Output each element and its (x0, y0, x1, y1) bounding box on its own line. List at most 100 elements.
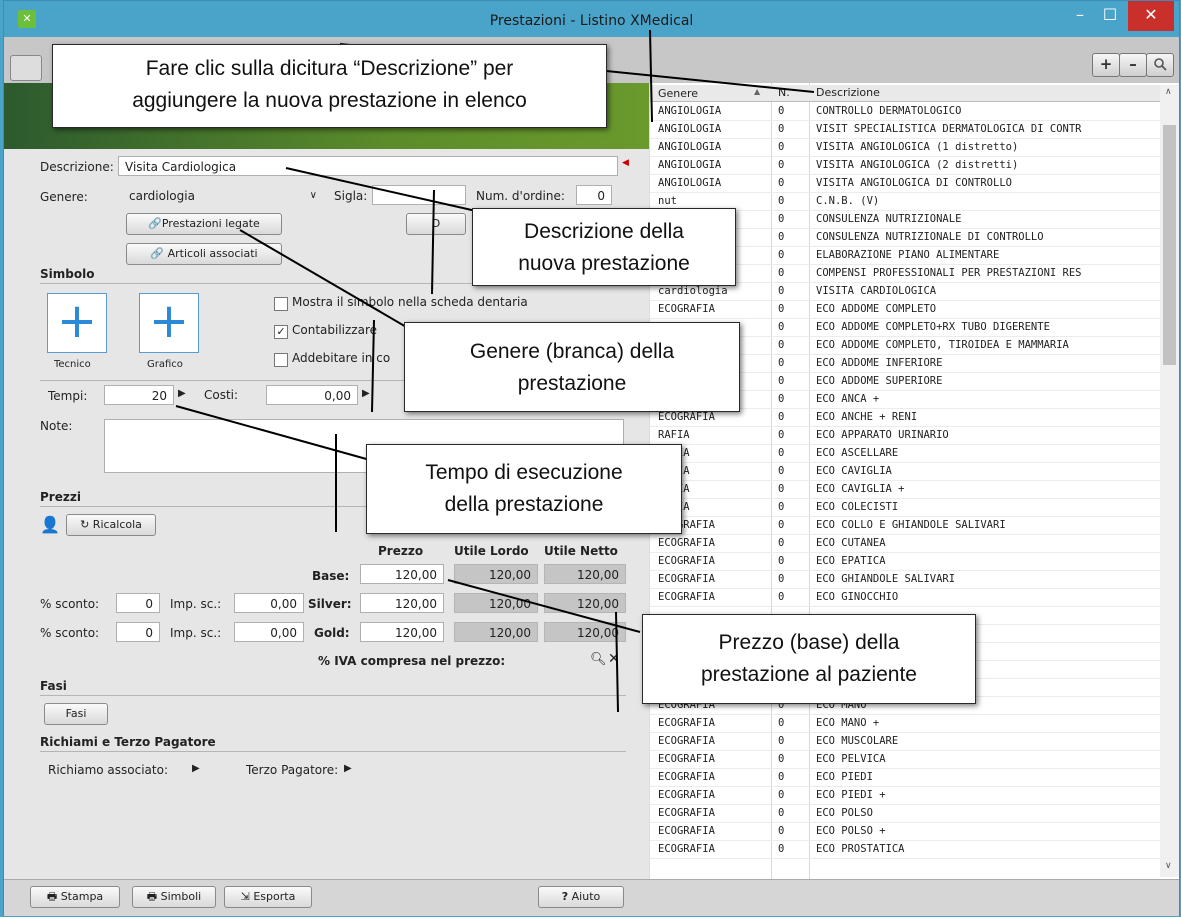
row-n: 0 (778, 213, 785, 225)
list-scrollbar[interactable]: ∧ ∨ (1160, 85, 1179, 877)
tecnico-plus-button[interactable]: + (47, 293, 107, 353)
addebitare-checkbox[interactable] (274, 353, 288, 367)
sigla-input[interactable] (372, 185, 466, 205)
scroll-down-icon[interactable]: ∨ (1165, 861, 1172, 871)
genere-select[interactable]: cardiologia ∨ (122, 185, 322, 205)
clear-iva-icon[interactable]: ✕ (608, 651, 620, 667)
gold-prezzo-input[interactable]: 120,00 (360, 622, 444, 642)
tempi-arrow-icon[interactable]: ▶ (178, 388, 186, 399)
list-row[interactable]: ECOGRAFIA 0 ECO MANO + (650, 714, 1160, 733)
row-n: 0 (778, 555, 785, 567)
stampa-button[interactable]: 🖶 Stampa (30, 886, 120, 908)
costi-label: Costi: (204, 388, 239, 402)
row-n: 0 (778, 105, 785, 117)
d-button[interactable]: D (406, 213, 466, 235)
row-n: 0 (778, 717, 785, 729)
remove-button[interactable]: – (1119, 53, 1147, 77)
row-descrizione: VISITA ANGIOLOGICA (1 distretto) (816, 141, 1019, 153)
list-row[interactable]: RAFIA 0 ECO APPARATO URINARIO (650, 426, 1160, 445)
aiuto-button[interactable]: ? Aiuto (538, 886, 624, 908)
first-record-button[interactable] (10, 55, 42, 81)
list-row[interactable]: ECOGRAFIA 0 ECO ADDOME COMPLETO (650, 300, 1160, 319)
articoli-associati-button[interactable]: 🔗 Articoli associati (126, 243, 282, 265)
list-row[interactable]: ECOGRAFIA 0 ECO CUTANEA (650, 534, 1160, 553)
row-descrizione: ECO PIEDI + (816, 789, 886, 801)
list-row[interactable]: RAFIA0ECO ASCELLARE (650, 444, 1160, 463)
silver-utile-lordo: 120,00 (454, 593, 538, 613)
terzo-arrow-icon[interactable]: ▶ (344, 763, 352, 774)
list-row[interactable]: ECOGRAFIA 0 ECO EPATICA (650, 552, 1160, 571)
list-row[interactable]: ECOGRAFIA 0 ECO POLSO (650, 804, 1160, 823)
prezzi-section-title: Prezzi (40, 490, 81, 504)
list-row[interactable]: RAFIA0ECO CAVIGLIA (650, 462, 1160, 481)
list-row[interactable]: ECOGRAFIA 0 ECO PIEDI + (650, 786, 1160, 805)
search-button[interactable] (1146, 53, 1174, 77)
silver-label: Silver: (308, 597, 352, 611)
row-descrizione: ELABORAZIONE PIANO ALIMENTARE (816, 249, 1000, 261)
richiamo-arrow-icon[interactable]: ▶ (192, 763, 200, 774)
mostra-checkbox[interactable] (274, 297, 288, 311)
list-row[interactable]: RAFIA0ECO CAVIGLIA + (650, 480, 1160, 499)
impsc-silver-input[interactable]: 0,00 (234, 593, 304, 613)
row-n: 0 (778, 825, 785, 837)
mostra-label: Mostra il simbolo nella scheda dentaria (292, 295, 528, 309)
grafico-plus-button[interactable]: + (139, 293, 199, 353)
fasi-button[interactable]: Fasi (44, 703, 108, 725)
header-descrizione[interactable]: Descrizione (816, 86, 1162, 99)
row-descrizione: ECO CAVIGLIA + (816, 483, 905, 495)
sconto-silver-input[interactable]: 0 (116, 593, 160, 613)
list-row[interactable]: ANGIOLOGIA 0 VISITA ANGIOLOGICA (1 distret… (650, 138, 1160, 157)
aiuto-label: Aiuto (571, 890, 601, 903)
list-row[interactable]: ANGIOLOGIA 0 CONTROLLO DERMATOLOGICO (650, 102, 1160, 121)
row-n: 0 (778, 537, 785, 549)
minimize-button[interactable]: – (1066, 1, 1094, 31)
list-row[interactable]: ECOGRAFIA 0 ECO COLLO E GHIANDOLE SALIVARI (650, 516, 1160, 535)
list-row[interactable]: RAFIA0ECO COLECISTI (650, 498, 1160, 517)
tempi-input[interactable]: 20 (104, 385, 174, 405)
list-row[interactable]: ECOGRAFIA 0 ECO PROSTATICA (650, 840, 1160, 859)
list-row[interactable]: ECOGRAFIA 0 ECO GHIANDOLE SALIVARI (650, 570, 1160, 589)
maximize-button[interactable]: ☐ (1096, 1, 1124, 31)
esporta-button[interactable]: ⇲ Esporta (224, 886, 312, 908)
sconto-gold-input[interactable]: 0 (116, 622, 160, 642)
list-row[interactable]: ANGIOLOGIA 0 VISIT SPECIALISTICA DERMATOLO… (650, 120, 1160, 139)
row-n: 0 (778, 465, 785, 477)
base-prezzo-input[interactable]: 120,00 (360, 564, 444, 584)
row-descrizione: ECO COLECISTI (816, 501, 899, 513)
add-button[interactable]: + (1092, 53, 1120, 77)
list-row[interactable]: ECOGRAFIA 0 ECO MUSCOLARE (650, 732, 1160, 751)
row-n: 0 (778, 195, 785, 207)
impsc-gold-input[interactable]: 0,00 (234, 622, 304, 642)
callout-text-line: nuova prestazione (518, 252, 690, 275)
list-row[interactable]: ECOGRAFIA 0 ECO GINOCCHIO (650, 588, 1160, 607)
row-genere: ECOGRAFIA (658, 843, 715, 855)
user-icon[interactable]: 👤 (40, 515, 60, 534)
list-row[interactable]: ECOGRAFIA 0 ECO PIEDI (650, 768, 1160, 787)
header-n[interactable]: N. (778, 86, 808, 99)
contabilizzare-checkbox[interactable]: ✓ (274, 325, 288, 339)
list-row[interactable]: ECOGRAFIA 0 ECO PELVICA (650, 750, 1160, 769)
row-descrizione: ECO ADDOME SUPERIORE (816, 375, 943, 387)
col-utile-lordo: Utile Lordo (454, 544, 529, 558)
richiamo-label: Richiamo associato: (48, 763, 168, 777)
costi-arrow-icon[interactable]: ▶ (362, 388, 370, 399)
scroll-thumb[interactable] (1163, 125, 1176, 365)
row-n: 0 (778, 159, 785, 171)
row-genere: ECOGRAFIA (658, 735, 715, 747)
ricalcola-button[interactable]: ↻ Ricalcola (66, 514, 156, 536)
list-row[interactable]: ANGIOLOGIA 0 VISITA ANGIOLOGICA (2 distret… (650, 156, 1160, 175)
numordine-input[interactable]: 0 (576, 185, 612, 205)
list-row[interactable]: ANGIOLOGIA 0 VISITA ANGIOLOGICA DI CONTROL… (650, 174, 1160, 193)
row-genere: ECOGRAFIA (658, 591, 715, 603)
simboli-button[interactable]: 🖶 Simboli (132, 886, 216, 908)
descrizione-input[interactable]: Visita Cardiologica (118, 156, 618, 176)
scroll-up-icon[interactable]: ∧ (1165, 87, 1172, 97)
row-n: 0 (778, 231, 785, 243)
row-n: 0 (778, 393, 785, 405)
prestazioni-legate-button[interactable]: 🔗Prestazioni legate (126, 213, 282, 235)
list-row[interactable]: ECOGRAFIA 0 ECO POLSO + (650, 822, 1160, 841)
costi-input[interactable]: 0,00 (266, 385, 358, 405)
search-iva-icon[interactable]: 🔍︎ (590, 652, 607, 667)
silver-prezzo-input[interactable]: 120,00 (360, 593, 444, 613)
close-button[interactable]: ✕ (1128, 1, 1174, 31)
